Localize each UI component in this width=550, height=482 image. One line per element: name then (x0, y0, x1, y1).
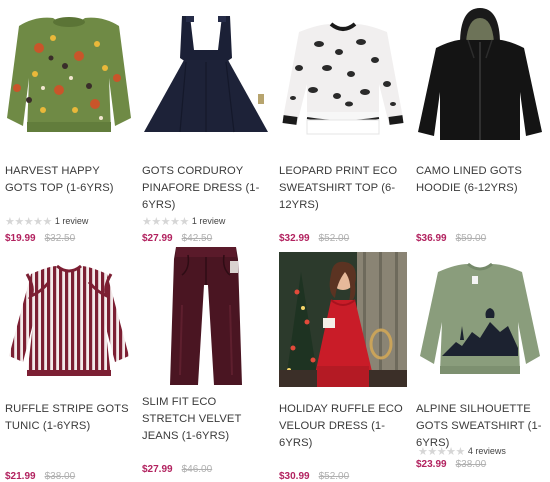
product-card[interactable]: LEOPARD PRINT ECO SWEATSHIRT TOP (6-12YR… (279, 8, 407, 244)
original-price: $38.00 (44, 471, 76, 482)
product-rating: ★★★★★ 4 reviews (418, 444, 544, 458)
product-card[interactable]: ALPINE SILHOUETTE GOTS SWEATSHIRT (1-6YR… (416, 252, 544, 470)
sale-price: $21.99 (5, 471, 36, 482)
girl-red-dress-photo[interactable] (279, 252, 407, 387)
product-prices: $36.99 $59.00 (416, 233, 544, 244)
velvet-jeans-image[interactable] (142, 245, 270, 387)
green-sweatshirt-image[interactable] (416, 252, 544, 387)
sale-price: $27.99 (142, 233, 173, 244)
product-card[interactable]: HOLIDAY RUFFLE ECO VELOUR DRESS (1-6YRS)… (279, 252, 407, 482)
star-rating-icon: ★★★★★ (418, 445, 465, 458)
review-count[interactable]: 4 reviews (468, 446, 506, 456)
original-price: $38.00 (455, 459, 487, 470)
sale-price: $27.99 (142, 464, 173, 475)
product-name[interactable]: LEOPARD PRINT ECO SWEATSHIRT TOP (6-12YR… (279, 163, 407, 211)
product-name[interactable]: CAMO LINED GOTS HOODIE (6-12YRS) (416, 163, 544, 199)
review-count[interactable]: 1 review (55, 216, 89, 226)
product-card[interactable]: CAMO LINED GOTS HOODIE (6-12YRS) ★★★★★ $… (416, 8, 544, 244)
product-prices: $23.99 $38.00 (416, 459, 544, 470)
original-price: $32.50 (44, 233, 76, 244)
product-name[interactable]: SLIM FIT ECO STRETCH VELVET JEANS (1-6YR… (142, 394, 270, 442)
product-prices: $19.99 $32.50 (5, 233, 133, 244)
product-name[interactable]: GOTS CORDUROY PINAFORE DRESS (1-6YRS) (142, 163, 270, 211)
product-card[interactable]: SLIM FIT ECO STRETCH VELVET JEANS (1-6YR… (142, 245, 270, 475)
black-hoodie-image[interactable] (416, 8, 544, 143)
sale-price: $23.99 (416, 459, 447, 470)
original-price: $42.50 (181, 233, 213, 244)
product-prices: $21.99 $38.00 (5, 471, 133, 482)
sale-price: $19.99 (5, 233, 36, 244)
sale-price: $30.99 (279, 471, 310, 482)
product-prices: $27.99 $46.00 (142, 464, 270, 475)
sale-price: $32.99 (279, 233, 310, 244)
product-rating: ★★★★★ 1 review (5, 214, 133, 228)
original-price: $46.00 (181, 464, 213, 475)
product-card[interactable]: GOTS CORDUROY PINAFORE DRESS (1-6YRS) ★★… (142, 8, 270, 244)
product-prices: $30.99 $52.00 (279, 471, 407, 482)
star-rating-icon: ★★★★★ (5, 215, 52, 228)
navy-pinafore-image[interactable] (142, 8, 270, 143)
original-price: $52.00 (318, 471, 350, 482)
product-card[interactable]: HARVEST HAPPY GOTS TOP (1-6YRS) ★★★★★ 1 … (5, 8, 133, 244)
original-price: $59.00 (455, 233, 487, 244)
product-card[interactable]: RUFFLE STRIPE GOTS TUNIC (1-6YRS) ★★★★★ … (5, 252, 133, 482)
striped-tunic-image[interactable] (5, 252, 133, 387)
product-name[interactable]: ALPINE SILHOUETTE GOTS SWEATSHIRT (1-6YR… (416, 401, 544, 449)
floral-sweatshirt-image[interactable] (5, 8, 133, 143)
product-name[interactable]: HOLIDAY RUFFLE ECO VELOUR DRESS (1-6YRS) (279, 401, 407, 449)
product-name[interactable]: HARVEST HAPPY GOTS TOP (1-6YRS) (5, 163, 133, 199)
product-rating: ★★★★★ 1 review (142, 214, 270, 228)
product-name[interactable]: RUFFLE STRIPE GOTS TUNIC (1-6YRS) (5, 401, 133, 437)
review-count[interactable]: 1 review (192, 216, 226, 226)
product-prices: $27.99 $42.50 (142, 233, 270, 244)
star-rating-icon: ★★★★★ (142, 215, 189, 228)
leopard-sweatshirt-image[interactable] (279, 8, 407, 143)
original-price: $52.00 (318, 233, 350, 244)
sale-price: $36.99 (416, 233, 447, 244)
product-prices: $32.99 $52.00 (279, 233, 407, 244)
